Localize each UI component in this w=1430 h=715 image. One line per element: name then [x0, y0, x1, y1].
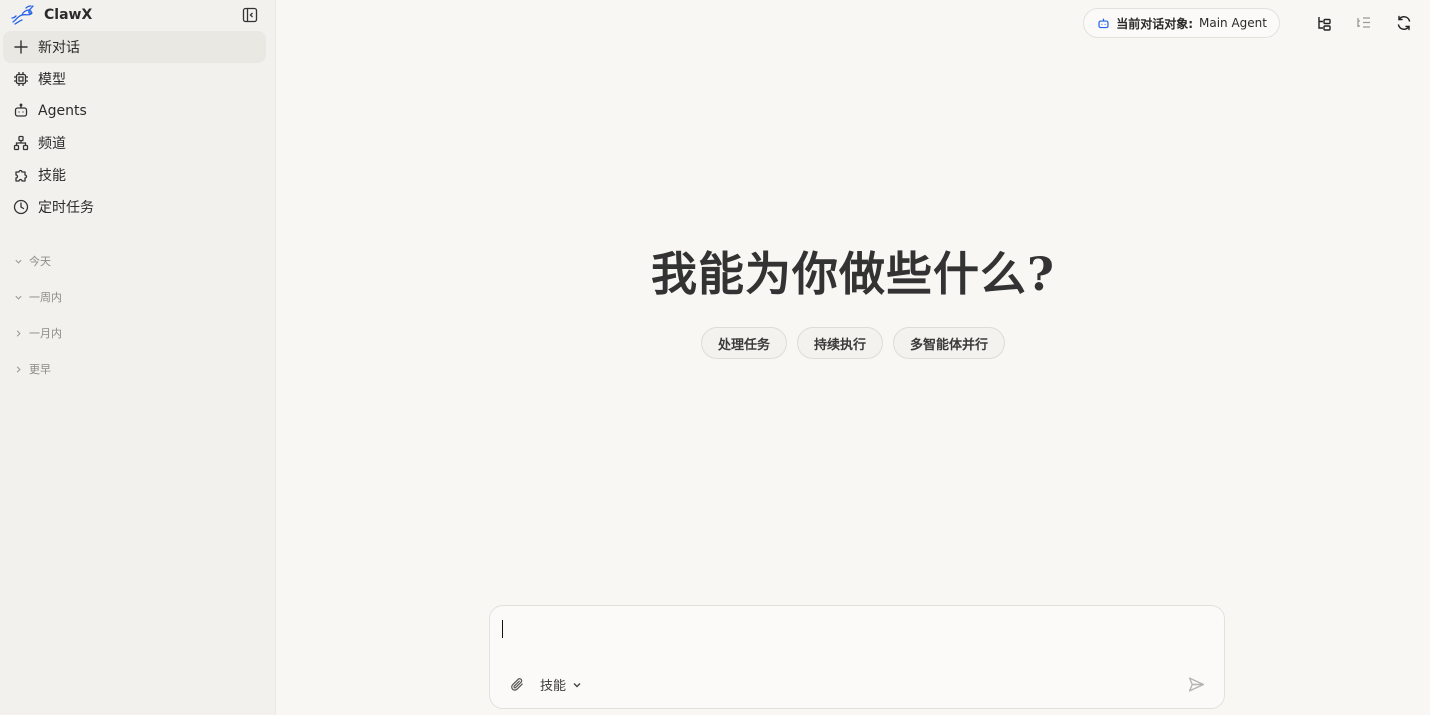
sidebar-item-channels[interactable]: 频道	[3, 127, 266, 159]
history-group-today[interactable]: 今天	[13, 243, 275, 279]
chevron-right-icon	[13, 328, 23, 338]
history-groups: 今天 一周内 一月内 更早	[0, 243, 275, 387]
sidebar-item-models[interactable]: 模型	[3, 63, 266, 95]
agent-label: 当前对话对象:	[1116, 16, 1194, 31]
history-group-week[interactable]: 一周内	[13, 279, 275, 315]
brand-name: ClawX	[44, 7, 93, 23]
attach-button[interactable]	[508, 676, 526, 694]
new-chat-button[interactable]: 新对话	[3, 31, 266, 63]
nav-label: 技能	[38, 168, 66, 184]
agent-name: Main Agent	[1199, 16, 1267, 30]
main-area: 当前对话对象: Main Agent 我能为你做些什么? 处理任务 持续执行 多…	[276, 0, 1430, 715]
nav-label: 频道	[38, 136, 66, 152]
nav-label: Agents	[38, 103, 87, 119]
tree-icon	[1318, 17, 1331, 31]
sidebar: ClawX 新对话 模型 Agents 频道 技能 定时任务 今天 一周内 一月…	[0, 0, 276, 715]
puzzle-icon	[13, 167, 29, 183]
group-label: 今天	[29, 255, 51, 268]
paperclip-icon	[510, 678, 523, 691]
chevron-down-icon	[573, 682, 581, 687]
chevron-down-icon	[13, 256, 23, 266]
send-icon	[1188, 676, 1204, 692]
text-caret	[502, 620, 503, 638]
app-root: ClawX 新对话 模型 Agents 频道 技能 定时任务 今天 一周内 一月…	[0, 0, 1430, 715]
network-icon	[13, 135, 29, 151]
chevron-down-icon	[13, 292, 23, 302]
sidebar-item-scheduled-tasks[interactable]: 定时任务	[3, 191, 266, 223]
chip-icon	[13, 71, 29, 87]
list-indent-icon	[1357, 17, 1370, 28]
send-button[interactable]	[1186, 674, 1206, 694]
chevron-right-icon	[13, 364, 23, 374]
nav-label: 新对话	[38, 40, 80, 56]
sidebar-nav: 新对话 模型 Agents 频道 技能 定时任务	[0, 31, 275, 223]
suggestion-chip[interactable]: 多智能体并行	[893, 327, 1006, 359]
collapse-sidebar-button[interactable]	[241, 6, 259, 24]
suggestion-chips: 处理任务 持续执行 多智能体并行	[276, 327, 1430, 359]
chat-composer: 技能	[489, 605, 1225, 709]
hero-title: 我能为你做些什么?	[651, 247, 1055, 301]
sidebar-collapse-icon	[242, 7, 258, 23]
refresh-icon	[1397, 15, 1411, 31]
brand: ClawX	[0, 0, 275, 30]
clock-icon	[13, 199, 29, 215]
current-agent-selector[interactable]: 当前对话对象: Main Agent	[1083, 8, 1280, 38]
outline-view-button[interactable]	[1352, 11, 1376, 35]
tree-view-button[interactable]	[1312, 11, 1336, 35]
nav-label: 定时任务	[38, 200, 94, 216]
group-label: 更早	[29, 363, 51, 376]
history-group-month[interactable]: 一月内	[13, 315, 275, 351]
suggestion-chip[interactable]: 持续执行	[796, 327, 883, 359]
skills-label: 技能	[540, 679, 567, 694]
lobster-logo-icon	[10, 4, 36, 26]
sidebar-item-agents[interactable]: Agents	[3, 95, 266, 127]
message-input[interactable]	[502, 618, 1202, 658]
suggestion-chip[interactable]: 处理任务	[700, 327, 787, 359]
top-toolbar: 当前对话对象: Main Agent	[1083, 8, 1416, 38]
robot-icon	[13, 103, 29, 119]
sidebar-item-skills[interactable]: 技能	[3, 159, 266, 191]
group-label: 一月内	[29, 327, 62, 340]
refresh-button[interactable]	[1392, 11, 1416, 35]
history-group-earlier[interactable]: 更早	[13, 351, 275, 387]
nav-label: 模型	[38, 72, 66, 88]
composer-toolbar: 技能	[508, 675, 582, 694]
robot-icon	[1097, 17, 1110, 30]
plus-icon	[13, 39, 29, 55]
group-label: 一周内	[29, 291, 62, 304]
skills-dropdown[interactable]: 技能	[540, 675, 582, 694]
